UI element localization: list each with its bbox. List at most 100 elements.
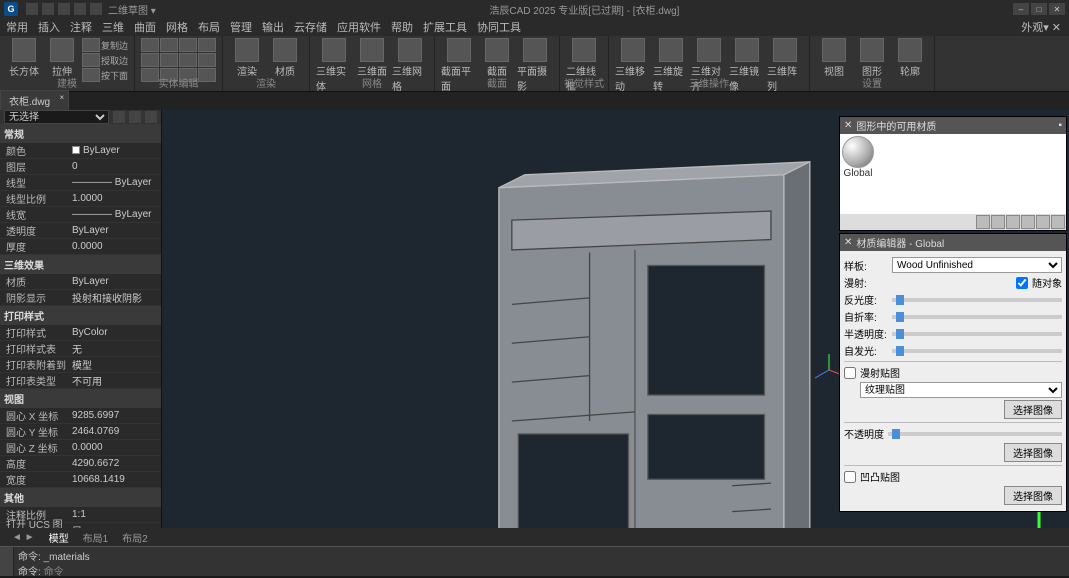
cmd-handle[interactable]: [0, 547, 14, 576]
tool-icon[interactable]: [141, 53, 159, 67]
props-row[interactable]: 打开 UCS 图标是: [0, 523, 161, 528]
props-row[interactable]: 透明度ByLayer: [0, 223, 161, 239]
tool-icon[interactable]: [1021, 215, 1035, 229]
menu-帮助[interactable]: 帮助: [391, 19, 413, 35]
reflect-slider[interactable]: [892, 298, 1062, 302]
qat-btn[interactable]: [58, 3, 70, 15]
props-value[interactable]: ByLayer: [70, 145, 161, 156]
selfillum-slider[interactable]: [892, 349, 1062, 353]
close-icon[interactable]: ✕: [844, 120, 852, 131]
props-row[interactable]: 线型比例1.0000: [0, 191, 161, 207]
props-value[interactable]: 无: [70, 341, 161, 356]
props-value[interactable]: ———— ByLayer: [70, 177, 161, 188]
minimize-button[interactable]: –: [1013, 3, 1029, 15]
props-row[interactable]: 线型———— ByLayer: [0, 175, 161, 191]
tool-icon[interactable]: [160, 38, 178, 52]
close-button[interactable]: ✕: [1049, 3, 1065, 15]
layout-tab-模型[interactable]: 模型: [43, 530, 75, 545]
tool-icon[interactable]: [1036, 215, 1050, 229]
translucent-slider[interactable]: [892, 332, 1062, 336]
cmd-input[interactable]: 命令: [44, 567, 64, 578]
tool-icon[interactable]: [82, 53, 100, 67]
props-row[interactable]: 线宽———— ByLayer: [0, 207, 161, 223]
props-row[interactable]: 打印表类型不可用: [0, 373, 161, 389]
props-value[interactable]: 1.0000: [70, 193, 161, 204]
props-row[interactable]: 材质ByLayer: [0, 274, 161, 290]
close-icon[interactable]: ×: [59, 93, 64, 102]
props-value[interactable]: 不可用: [70, 373, 161, 388]
qat-btn[interactable]: [42, 3, 54, 15]
ribbon-btn-图形[interactable]: 图形: [854, 38, 890, 78]
props-value[interactable]: 模型: [70, 357, 161, 372]
props-row[interactable]: 打印表附着到模型: [0, 357, 161, 373]
menu-布局[interactable]: 布局: [198, 19, 220, 35]
props-row[interactable]: 厚度0.0000: [0, 239, 161, 255]
props-category[interactable]: 打印样式: [0, 306, 161, 325]
props-value[interactable]: 2464.0769: [70, 426, 161, 437]
props-value[interactable]: ByColor: [70, 327, 161, 338]
refract-slider[interactable]: [892, 315, 1062, 319]
props-row[interactable]: 圆心 Z 坐标0.0000: [0, 440, 161, 456]
qat-btn[interactable]: [26, 3, 38, 15]
selection-dropdown[interactable]: 无选择: [4, 110, 109, 124]
tool-icon[interactable]: [179, 38, 197, 52]
ribbon-btn-渲染[interactable]: 渲染: [229, 38, 265, 78]
menu-扩展工具[interactable]: 扩展工具: [423, 19, 467, 35]
props-value[interactable]: ByLayer: [70, 225, 161, 236]
tool-icon[interactable]: [976, 215, 990, 229]
props-value[interactable]: 0.0000: [70, 241, 161, 252]
diffusemap-select[interactable]: 纹理贴图: [860, 382, 1062, 398]
props-row[interactable]: 高度4290.6672: [0, 456, 161, 472]
props-value[interactable]: 4290.6672: [70, 458, 161, 469]
props-value[interactable]: 投射和接收阴影: [70, 290, 161, 305]
props-row[interactable]: 打印样式ByColor: [0, 325, 161, 341]
opacity-slider[interactable]: [888, 432, 1062, 436]
props-value[interactable]: 9285.6997: [70, 410, 161, 421]
sample-select[interactable]: Wood Unfinished: [892, 257, 1062, 273]
tool-icon[interactable]: [198, 38, 216, 52]
tool-icon[interactable]: [160, 53, 178, 67]
menu-协同工具[interactable]: 协同工具: [477, 19, 521, 35]
props-row[interactable]: 圆心 X 坐标9285.6997: [0, 408, 161, 424]
tool-icon[interactable]: [198, 53, 216, 67]
material-browser[interactable]: Global: [840, 134, 1066, 214]
props-category[interactable]: 其他: [0, 488, 161, 507]
menu-管理[interactable]: 管理: [230, 19, 252, 35]
props-row[interactable]: 图层0: [0, 159, 161, 175]
maximize-button[interactable]: □: [1031, 3, 1047, 15]
document-tab[interactable]: 衣柜.dwg ×: [0, 90, 69, 110]
diffusemap-check[interactable]: [844, 367, 856, 379]
props-row[interactable]: 颜色ByLayer: [0, 143, 161, 159]
props-value[interactable]: 0: [70, 161, 161, 172]
props-value[interactable]: ———— ByLayer: [70, 209, 161, 220]
props-icon[interactable]: [113, 111, 125, 123]
select-image-button[interactable]: 选择图像: [1004, 486, 1062, 505]
panel-menu-icon[interactable]: ▪: [1058, 120, 1062, 131]
menu-注释[interactable]: 注释: [70, 19, 92, 35]
tool-icon[interactable]: [1051, 215, 1065, 229]
props-value[interactable]: 是: [70, 523, 161, 528]
menu-曲面[interactable]: 曲面: [134, 19, 156, 35]
props-category[interactable]: 常规: [0, 124, 161, 143]
tool-icon[interactable]: [1006, 215, 1020, 229]
props-value[interactable]: 1:1: [70, 509, 161, 520]
bump-check[interactable]: [844, 471, 856, 483]
ribbon-btn-轮廓[interactable]: 轮廓: [892, 38, 928, 78]
qat-btn[interactable]: [74, 3, 86, 15]
props-value[interactable]: 10668.1419: [70, 474, 161, 485]
menu-三维[interactable]: 三维: [102, 19, 124, 35]
ribbon-btn-视图[interactable]: 视图: [816, 38, 852, 78]
props-value[interactable]: ByLayer: [70, 276, 161, 287]
qat-btn[interactable]: [90, 3, 102, 15]
select-image-button[interactable]: 选择图像: [1004, 400, 1062, 419]
props-icon[interactable]: [145, 111, 157, 123]
layout-tab-布局2[interactable]: 布局2: [116, 530, 154, 545]
props-row[interactable]: 圆心 Y 坐标2464.0769: [0, 424, 161, 440]
menu-云存储[interactable]: 云存储: [294, 19, 327, 35]
props-row[interactable]: 打印样式表无: [0, 341, 161, 357]
tool-icon[interactable]: [179, 53, 197, 67]
menu-输出[interactable]: 输出: [262, 19, 284, 35]
layout-tab-布局1[interactable]: 布局1: [77, 530, 115, 545]
props-category[interactable]: 三维效果: [0, 255, 161, 274]
appearance-menu[interactable]: 外观▾ ✕: [1021, 19, 1061, 35]
